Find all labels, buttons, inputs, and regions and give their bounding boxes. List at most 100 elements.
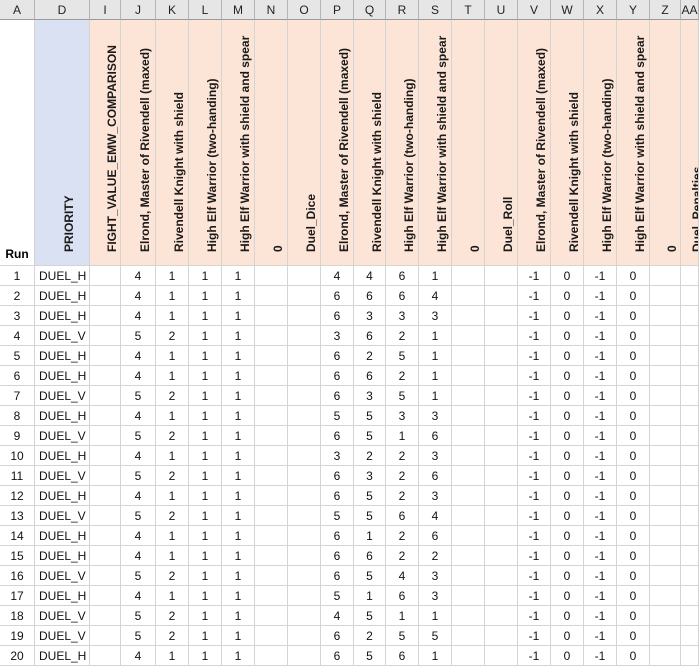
data-cell[interactable]: 5 [354, 646, 386, 666]
data-cell[interactable]: 3 [354, 466, 386, 486]
data-cell[interactable]: 0 [551, 546, 584, 566]
data-cell[interactable] [681, 426, 699, 446]
data-cell[interactable]: -1 [518, 646, 551, 666]
header-cell-d[interactable]: PRIORITY [35, 20, 90, 266]
data-cell[interactable] [681, 286, 699, 306]
data-cell[interactable] [255, 426, 288, 446]
data-cell[interactable]: 0 [617, 626, 650, 646]
data-cell[interactable]: 1 [222, 606, 255, 626]
data-cell[interactable]: 4 [321, 606, 354, 626]
data-cell[interactable] [90, 286, 121, 306]
data-cell[interactable]: 0 [551, 286, 584, 306]
data-cell[interactable] [681, 606, 699, 626]
data-cell[interactable]: -1 [518, 426, 551, 446]
data-cell[interactable]: 0 [617, 366, 650, 386]
column-header-v[interactable]: V [518, 0, 551, 20]
data-cell[interactable]: 1 [222, 486, 255, 506]
data-cell[interactable] [288, 386, 321, 406]
column-header-q[interactable]: Q [354, 0, 386, 20]
data-cell[interactable] [90, 646, 121, 666]
data-cell[interactable]: 2 [386, 446, 419, 466]
data-cell[interactable]: 0 [617, 346, 650, 366]
data-cell[interactable]: -1 [518, 486, 551, 506]
column-header-aa[interactable]: AA [681, 0, 699, 20]
data-cell[interactable]: 4 [419, 286, 452, 306]
data-cell[interactable]: 6 [321, 626, 354, 646]
data-cell[interactable]: 3 [419, 566, 452, 586]
data-cell[interactable] [255, 346, 288, 366]
data-cell[interactable]: 5 [386, 346, 419, 366]
row-number-cell[interactable]: 6 [0, 366, 35, 386]
data-cell[interactable] [650, 326, 681, 346]
data-cell[interactable] [288, 526, 321, 546]
data-cell[interactable]: 5 [121, 386, 156, 406]
data-cell[interactable] [288, 606, 321, 626]
data-cell[interactable] [255, 286, 288, 306]
data-cell[interactable]: 0 [617, 606, 650, 626]
data-cell[interactable]: 6 [419, 526, 452, 546]
data-cell[interactable] [90, 306, 121, 326]
data-cell[interactable]: -1 [584, 366, 617, 386]
data-cell[interactable]: 0 [617, 586, 650, 606]
data-cell[interactable]: DUEL_H [35, 286, 90, 306]
header-cell-aa[interactable]: Duel_Penalties [681, 20, 699, 266]
data-cell[interactable]: 3 [321, 326, 354, 346]
data-cell[interactable]: 6 [419, 426, 452, 446]
data-cell[interactable]: -1 [584, 626, 617, 646]
data-cell[interactable]: -1 [584, 266, 617, 286]
data-cell[interactable] [90, 346, 121, 366]
data-cell[interactable]: -1 [584, 446, 617, 466]
column-header-w[interactable]: W [551, 0, 584, 20]
data-cell[interactable]: 0 [551, 446, 584, 466]
data-cell[interactable]: 3 [386, 406, 419, 426]
data-cell[interactable]: 4 [121, 286, 156, 306]
data-cell[interactable]: 1 [156, 646, 189, 666]
data-cell[interactable]: 1 [189, 306, 222, 326]
column-header-u[interactable]: U [485, 0, 518, 20]
data-cell[interactable]: DUEL_H [35, 446, 90, 466]
data-cell[interactable] [681, 566, 699, 586]
data-cell[interactable] [650, 406, 681, 426]
data-cell[interactable]: 1 [189, 446, 222, 466]
data-cell[interactable]: 1 [189, 466, 222, 486]
data-cell[interactable]: -1 [584, 606, 617, 626]
data-cell[interactable]: 1 [419, 266, 452, 286]
data-cell[interactable]: 1 [222, 346, 255, 366]
data-cell[interactable] [452, 486, 485, 506]
data-cell[interactable]: DUEL_V [35, 326, 90, 346]
data-cell[interactable]: 3 [321, 446, 354, 466]
data-cell[interactable] [650, 466, 681, 486]
row-number-cell[interactable]: 11 [0, 466, 35, 486]
data-cell[interactable]: DUEL_H [35, 266, 90, 286]
data-cell[interactable]: DUEL_H [35, 526, 90, 546]
data-cell[interactable] [288, 326, 321, 346]
data-cell[interactable]: 6 [321, 646, 354, 666]
header-cell-w[interactable]: Rivendell Knight with shield [551, 20, 584, 266]
data-cell[interactable]: 5 [121, 466, 156, 486]
row-number-cell[interactable]: 3 [0, 306, 35, 326]
data-cell[interactable]: -1 [518, 466, 551, 486]
data-cell[interactable]: 0 [617, 526, 650, 546]
header-cell-y[interactable]: High Elf Warrior with shield and spear [617, 20, 650, 266]
data-cell[interactable]: 1 [222, 626, 255, 646]
column-header-z[interactable]: Z [650, 0, 681, 20]
data-cell[interactable] [452, 566, 485, 586]
data-cell[interactable] [650, 606, 681, 626]
row-number-cell[interactable]: 15 [0, 546, 35, 566]
data-cell[interactable]: 0 [617, 286, 650, 306]
data-cell[interactable] [452, 266, 485, 286]
row-number-cell[interactable]: 13 [0, 506, 35, 526]
data-cell[interactable]: -1 [518, 406, 551, 426]
data-cell[interactable]: 1 [156, 306, 189, 326]
data-cell[interactable]: 4 [121, 586, 156, 606]
data-cell[interactable] [90, 606, 121, 626]
data-cell[interactable] [255, 366, 288, 386]
data-cell[interactable]: -1 [518, 286, 551, 306]
data-cell[interactable]: -1 [518, 366, 551, 386]
data-cell[interactable] [485, 286, 518, 306]
data-cell[interactable] [650, 286, 681, 306]
data-cell[interactable]: 4 [121, 446, 156, 466]
data-cell[interactable] [255, 506, 288, 526]
data-cell[interactable]: 6 [354, 326, 386, 346]
data-cell[interactable] [452, 446, 485, 466]
